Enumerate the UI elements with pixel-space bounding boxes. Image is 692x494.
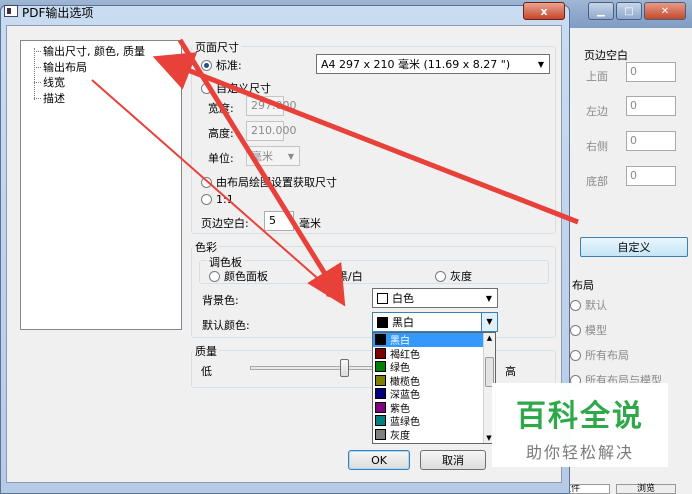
watermark-subtitle: 助你轻松解决 xyxy=(525,443,634,462)
maximize-icon[interactable]: □ xyxy=(616,2,642,20)
color-swatch-icon xyxy=(375,334,386,346)
palette-bw-radio[interactable]: 黑/白 xyxy=(322,268,363,284)
layout-option-model[interactable]: 模型 xyxy=(570,322,607,338)
close-icon[interactable]: ✕ xyxy=(644,2,686,20)
dialog-title: PDF输出选项 xyxy=(22,6,94,20)
radio-selected-icon xyxy=(322,270,333,282)
default-color-select[interactable]: 黑白 ▼ xyxy=(372,312,498,332)
minimize-icon[interactable]: ▁ xyxy=(588,2,614,20)
palette-gray-radio[interactable]: 灰度 xyxy=(435,268,472,284)
color-swatch-icon xyxy=(375,347,386,359)
default-color-dropdown: 黑白 褐红色 绿色 橄榄色 深蓝色 紫色 蓝绿色 灰度 ▲ ▼ xyxy=(372,332,496,444)
color-swatch-icon xyxy=(375,388,386,400)
margin-left-label: 左边 xyxy=(586,105,608,118)
dropdown-item[interactable]: 褐红色 xyxy=(373,347,485,361)
page-size-title: 页面尺寸 xyxy=(193,39,241,55)
dialog-close-button[interactable]: x xyxy=(523,2,565,20)
ok-button[interactable]: OK xyxy=(348,450,410,470)
radio-icon xyxy=(209,270,220,282)
chevron-down-icon: ▼ xyxy=(287,151,295,161)
quality-title: 质量 xyxy=(193,343,219,359)
black-swatch-icon xyxy=(377,316,388,328)
tree-item-output-layout[interactable]: 输出布局 xyxy=(34,59,87,75)
tree-item-line-width[interactable]: 线宽 xyxy=(34,74,65,90)
palette-color-radio[interactable]: 颜色面板 xyxy=(209,268,268,284)
radio-icon xyxy=(435,270,446,282)
background-color-select[interactable]: 白色 ▼ xyxy=(372,288,498,308)
dropdown-item[interactable]: 灰度 xyxy=(373,428,485,442)
margin-right-input[interactable]: 0 xyxy=(626,131,676,151)
watermark: 百科全说 助你轻松解决 xyxy=(492,383,668,467)
from-layout-radio[interactable]: 由布局绘图设置获取尺寸 xyxy=(201,174,337,190)
page-margin-unit: 毫米 xyxy=(299,217,321,230)
margin-left-input[interactable]: 0 xyxy=(626,96,676,116)
cancel-button[interactable]: 取消 xyxy=(420,450,486,470)
standard-size-select[interactable]: A4 297 x 210 毫米 (11.69 x 8.27 ") ▼ xyxy=(316,54,550,74)
margin-right-label: 右侧 xyxy=(586,140,608,153)
layout-option-all[interactable]: 所有布局 xyxy=(570,347,629,363)
margin-bottom-input[interactable]: 0 xyxy=(626,166,676,186)
radio-icon xyxy=(201,82,212,94)
unit-label: 单位: xyxy=(208,152,234,165)
width-label: 宽度: xyxy=(208,102,234,115)
dropdown-item[interactable]: 蓝绿色 xyxy=(373,414,485,428)
page-margin-label: 页边空白: xyxy=(201,217,249,230)
custom-button[interactable]: 自定义 xyxy=(580,237,688,257)
color-swatch-icon xyxy=(375,374,386,386)
browse-button[interactable]: 浏览 xyxy=(616,484,676,494)
color-swatch-icon xyxy=(375,428,386,440)
app-icon xyxy=(4,5,18,17)
radio-icon xyxy=(570,349,581,361)
layout-group-title: 布局 xyxy=(572,279,594,292)
layout-option-default[interactable]: 默认 xyxy=(570,297,607,313)
dropdown-list: 黑白 褐红色 绿色 橄榄色 深蓝色 紫色 蓝绿色灰度 xyxy=(373,333,495,442)
width-input[interactable]: 297.000 xyxy=(246,96,297,116)
chevron-down-icon: ▼ xyxy=(485,293,493,303)
quality-slider-thumb[interactable] xyxy=(340,359,349,377)
dropdown-item[interactable]: 黑白 xyxy=(373,333,485,347)
tree-item-description[interactable]: 描述 xyxy=(34,90,65,106)
height-label: 高度: xyxy=(208,127,234,140)
quality-high-label: 高 xyxy=(505,365,516,378)
custom-size-radio[interactable]: 自定义尺寸 xyxy=(201,80,271,96)
white-swatch-icon xyxy=(377,292,388,304)
radio-icon xyxy=(570,299,581,311)
margin-top-input[interactable]: 0 xyxy=(626,62,676,82)
dropdown-item[interactable]: 深蓝色 xyxy=(373,387,485,401)
color-swatch-icon xyxy=(375,415,386,427)
scale-radio[interactable]: 1:1 xyxy=(201,193,234,206)
margin-top-label: 上面 xyxy=(586,70,608,83)
default-color-label: 默认颜色: xyxy=(202,319,250,332)
margin-group-title: 页边空白 xyxy=(584,49,628,62)
radio-icon xyxy=(201,194,212,205)
height-input[interactable]: 210.000 xyxy=(246,121,297,141)
dropdown-item[interactable]: 橄榄色 xyxy=(373,374,485,388)
chevron-down-icon: ▼ xyxy=(481,313,497,331)
color-swatch-icon xyxy=(375,361,386,373)
dropdown-item[interactable]: 紫色 xyxy=(373,401,485,415)
scroll-up-icon[interactable]: ▲ xyxy=(484,333,495,343)
dropdown-item-label: 灰度 xyxy=(390,430,410,442)
unit-select[interactable]: 毫米 ▼ xyxy=(246,146,300,166)
color-swatch-icon xyxy=(375,401,386,413)
page-margin-input[interactable]: 5 xyxy=(264,211,294,231)
watermark-title: 百科全说 xyxy=(516,399,644,434)
standard-size-radio[interactable]: 标准: xyxy=(201,57,242,73)
radio-icon xyxy=(570,324,581,336)
chevron-down-icon: ▼ xyxy=(537,59,545,69)
quality-low-label: 低 xyxy=(201,365,212,378)
margin-bottom-label: 底部 xyxy=(586,175,608,188)
radio-icon xyxy=(201,176,212,188)
radio-selected-icon xyxy=(201,59,212,71)
parent-window-controls: ▁ □ ✕ xyxy=(588,2,686,22)
dropdown-item[interactable]: 绿色 xyxy=(373,360,485,374)
tree-item-output-size[interactable]: 输出尺寸, 颜色, 质量 xyxy=(34,43,145,59)
background-color-label: 背景色: xyxy=(202,294,239,307)
color-group-title: 色彩 xyxy=(193,239,219,255)
